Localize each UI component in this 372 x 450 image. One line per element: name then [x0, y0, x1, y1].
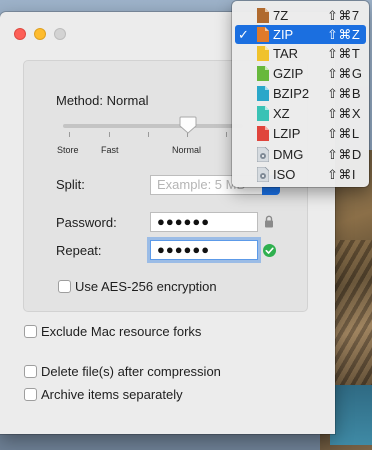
menu-item-label: BZIP2 [273, 86, 310, 101]
menu-item-label: XZ [273, 106, 290, 121]
menu-item-shortcut: ⇧⌘7 [327, 8, 360, 23]
slider-label-normal: Normal [172, 145, 202, 155]
slider-tick [148, 132, 149, 137]
slider-track[interactable] [63, 124, 243, 128]
menu-item-shortcut: ⇧⌘L [327, 126, 360, 141]
menu-item-shortcut: ⇧⌘I [327, 167, 357, 182]
zoom-window-button[interactable] [54, 28, 66, 40]
slider-tick [226, 132, 227, 137]
archive-format-menu: 7Z ⇧⌘7 ✓ ZIP ⇧⌘Z TAR ⇧⌘T GZIP ⇧⌘G BZIP2 … [232, 1, 369, 187]
lock-icon [265, 215, 273, 228]
method-label: Method: Normal [56, 93, 149, 108]
menu-item-shortcut: ⇧⌘T [327, 46, 361, 61]
repeat-password-field[interactable]: ●●●●●● [150, 240, 258, 260]
delete-after-compression-checkbox[interactable] [24, 365, 37, 378]
menu-item-shortcut: ⇧⌘B [327, 86, 362, 101]
slider-tick [109, 132, 110, 137]
zip-file-icon [257, 27, 269, 42]
menu-item-zip[interactable]: ✓ ZIP ⇧⌘Z [235, 25, 366, 44]
menu-item-shortcut: ⇧⌘Z [327, 27, 361, 42]
menu-item-7z[interactable]: 7Z ⇧⌘7 [235, 6, 366, 25]
menu-item-gzip[interactable]: GZIP ⇧⌘G [235, 64, 366, 83]
repeat-label: Repeat: [56, 243, 102, 258]
menu-item-iso[interactable]: ISO ⇧⌘I [235, 165, 366, 184]
menu-item-dmg[interactable]: DMG ⇧⌘D [235, 145, 366, 164]
split-label: Split: [56, 177, 85, 192]
password-label: Password: [56, 215, 117, 230]
aes-encryption-checkbox[interactable] [58, 280, 71, 293]
close-window-button[interactable] [14, 28, 26, 40]
menu-item-label: ISO [273, 167, 296, 182]
menu-item-xz[interactable]: XZ ⇧⌘X [235, 104, 366, 123]
lzip-file-icon [257, 126, 269, 141]
checkmark-icon: ✓ [238, 27, 249, 42]
menu-item-label: GZIP [273, 66, 304, 81]
minimize-window-button[interactable] [34, 28, 46, 40]
bzip2-file-icon [257, 86, 269, 101]
menu-item-label: ZIP [273, 27, 294, 42]
password-field[interactable]: ●●●●●● [150, 212, 258, 232]
menu-item-label: DMG [273, 147, 304, 162]
slider-label-fast: Fast [101, 145, 119, 155]
dmg-file-icon [257, 147, 269, 162]
checkmark-valid-icon [263, 244, 276, 257]
aes-encryption-label: Use AES-256 encryption [75, 279, 217, 294]
slider-thumb[interactable] [178, 115, 198, 135]
menu-item-label: TAR [273, 46, 299, 61]
xz-file-icon [257, 106, 269, 121]
menu-item-shortcut: ⇧⌘G [327, 66, 363, 81]
slider-tick [69, 132, 70, 137]
menu-item-tar[interactable]: TAR ⇧⌘T [235, 44, 366, 63]
menu-item-shortcut: ⇧⌘X [327, 106, 362, 121]
iso-file-icon [257, 167, 269, 182]
gzip-file-icon [257, 66, 269, 81]
archive-separately-checkbox[interactable] [24, 388, 37, 401]
menu-item-label: 7Z [273, 8, 289, 23]
menu-item-shortcut: ⇧⌘D [327, 147, 362, 162]
slider-label-store: Store [57, 145, 79, 155]
7z-file-icon [257, 8, 269, 23]
delete-after-compression-label: Delete file(s) after compression [41, 364, 221, 379]
tar-file-icon [257, 46, 269, 61]
menu-item-bzip2[interactable]: BZIP2 ⇧⌘B [235, 84, 366, 103]
exclude-resource-forks-checkbox[interactable] [24, 325, 37, 338]
archive-separately-label: Archive items separately [41, 387, 183, 402]
exclude-resource-forks-label: Exclude Mac resource forks [41, 324, 202, 339]
menu-item-lzip[interactable]: LZIP ⇧⌘L [235, 124, 366, 143]
menu-item-label: LZIP [273, 126, 301, 141]
